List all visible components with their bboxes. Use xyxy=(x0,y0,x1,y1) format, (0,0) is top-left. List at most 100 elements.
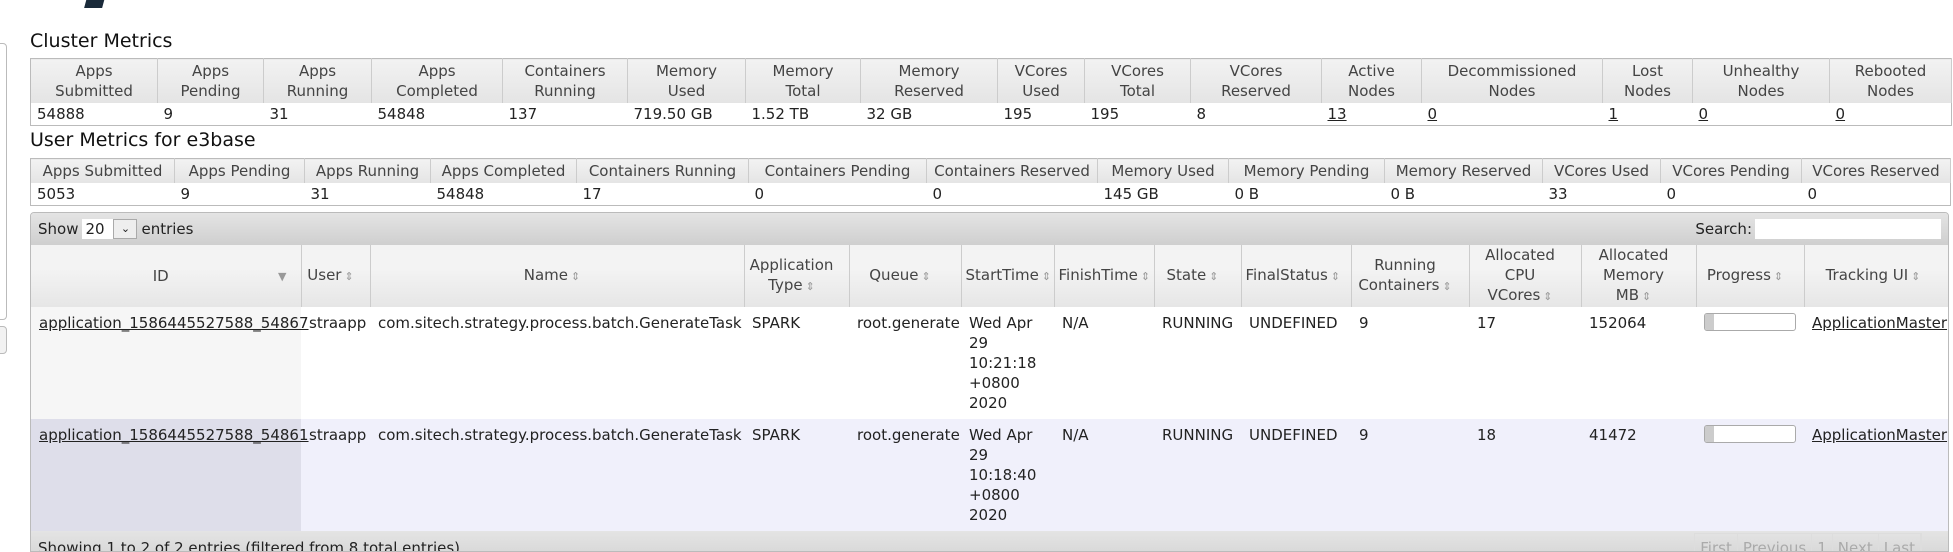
header-line: Containers xyxy=(524,62,606,80)
sort-desc-icon: ▼ xyxy=(278,270,287,283)
column-header[interactable]: Running Containers ⇕ xyxy=(1351,245,1470,307)
sort-icon: ⇕ xyxy=(1041,270,1052,283)
header-line: Reserved xyxy=(894,82,964,100)
column-header[interactable]: Progress ⇕ xyxy=(1696,245,1805,307)
nodes-link[interactable]: 0 xyxy=(1699,105,1709,123)
nodes-link[interactable]: 0 xyxy=(1836,105,1846,123)
pager-next[interactable]: Next xyxy=(1833,534,1879,551)
column-header[interactable]: Tracking UI ⇕ xyxy=(1804,245,1948,307)
nodes-link[interactable]: 1 xyxy=(1609,105,1619,123)
header-line: Decommissioned xyxy=(1447,62,1577,80)
user-header: VCores Reserved xyxy=(1801,158,1951,183)
sort-icon: ⇕ xyxy=(921,270,931,283)
start-time-line: 2020 xyxy=(969,506,1008,524)
cell-id: application_1586445527588_54861 xyxy=(31,419,309,531)
sort-icon: ⇕ xyxy=(1442,280,1452,293)
cluster-header: Decommissioned Nodes xyxy=(1421,58,1603,103)
column-header[interactable]: StartTime ⇕ xyxy=(961,245,1055,307)
column-header[interactable]: ID ▼ xyxy=(31,245,302,307)
cluster-header: Rebooted Nodes xyxy=(1829,58,1952,103)
cluster-value: 195 xyxy=(1003,105,1033,123)
cell-user: straapp xyxy=(301,307,370,419)
cluster-header: Apps Running xyxy=(263,58,372,103)
header-label: Containers xyxy=(1358,276,1440,294)
column-header[interactable]: Allocated CPU VCores ⇕ xyxy=(1469,245,1582,307)
table-info: Showing 1 to 2 of 2 entries (filtered fr… xyxy=(38,539,461,552)
header-line: Memory xyxy=(772,62,834,80)
cluster-header: VCores Reserved xyxy=(1190,58,1322,103)
nodes-link[interactable]: 0 xyxy=(1428,105,1438,123)
header-line: Pending xyxy=(180,82,241,100)
cluster-value: 137 xyxy=(508,105,538,123)
entries-value: 20 xyxy=(82,219,114,239)
column-header[interactable]: Name ⇕ xyxy=(370,245,745,307)
cell-memory: 41472 xyxy=(1581,419,1696,531)
nodes-link[interactable]: 13 xyxy=(1328,105,1347,123)
cell-finish: N/A xyxy=(1054,307,1154,419)
application-link[interactable]: application_1586445527588_54867 xyxy=(39,314,309,332)
column-header[interactable]: Queue ⇕ xyxy=(849,245,962,307)
column-header[interactable]: State ⇕ xyxy=(1154,245,1242,307)
cluster-value: 13 xyxy=(1322,103,1422,126)
table-footer: Showing 1 to 2 of 2 entries (filtered fr… xyxy=(31,531,1948,552)
user-value: 0 xyxy=(1807,185,1818,203)
column-header[interactable]: Application Type ⇕ xyxy=(744,245,850,307)
cell-finish: N/A xyxy=(1054,419,1154,531)
column-header[interactable]: Allocated Memory MB ⇕ xyxy=(1581,245,1697,307)
header-line: Total xyxy=(1119,82,1156,100)
column-header[interactable]: FinalStatus ⇕ xyxy=(1241,245,1352,307)
sort-icon: ⇕ xyxy=(571,270,581,283)
header-line: Memory xyxy=(655,62,717,80)
cell-type: SPARK xyxy=(744,307,849,419)
applications-table-wrapper: Show 20 ⌄ entries Search: ID ▼ User ⇕ Name ⇕ Ap… xyxy=(30,212,1949,552)
cluster-value: 719.50 GB xyxy=(633,105,713,123)
search: Search: xyxy=(1695,219,1941,239)
search-input[interactable] xyxy=(1755,219,1941,239)
user-value: 0 B xyxy=(1234,185,1260,203)
start-time-line: Wed Apr xyxy=(969,314,1033,332)
pager-1[interactable]: 1 xyxy=(1812,534,1833,551)
cluster-value: 195 xyxy=(1090,105,1120,123)
tracking-link[interactable]: ApplicationMaster xyxy=(1812,314,1947,332)
header-line: Apps xyxy=(75,62,113,80)
column-header[interactable]: User ⇕ xyxy=(301,245,371,307)
sidebar-button[interactable] xyxy=(0,326,7,354)
applications-table: ID ▼ User ⇕ Name ⇕ Application Type ⇕ Queue ⇕ Start… xyxy=(31,245,1948,531)
pager-last[interactable]: Last xyxy=(1879,534,1921,551)
entries-label: entries xyxy=(141,220,194,238)
start-time-line: 10:21:18 xyxy=(969,354,1037,372)
application-link[interactable]: application_1586445527588_54861 xyxy=(39,426,309,444)
header-label: StartTime xyxy=(965,266,1039,284)
cell-state: RUNNING xyxy=(1154,307,1241,419)
cluster-header: Memory Used xyxy=(627,58,746,103)
sort-icon: ⇕ xyxy=(1330,270,1341,283)
pager-first[interactable]: First xyxy=(1695,534,1738,551)
user-value: 9 xyxy=(180,185,191,203)
user-value: 0 xyxy=(1666,185,1677,203)
header-line: Reserved xyxy=(1221,82,1291,100)
header-label: ID xyxy=(152,267,169,285)
user-header: Memory Used xyxy=(1097,158,1229,183)
column-header[interactable]: FinishTime ⇕ xyxy=(1054,245,1155,307)
header-line: Lost xyxy=(1632,62,1663,80)
sidebar-panel xyxy=(0,43,7,320)
cluster-header: Apps Completed xyxy=(371,58,503,103)
header-line: Nodes xyxy=(1348,82,1395,100)
start-time-line: 29 xyxy=(969,446,989,464)
sort-icon: ⇕ xyxy=(1543,290,1553,303)
entries-select[interactable]: 20 ⌄ xyxy=(82,219,138,239)
cluster-header: Lost Nodes xyxy=(1602,58,1693,103)
cell-id: application_1586445527588_54867 xyxy=(31,307,309,419)
sort-icon: ⇕ xyxy=(1140,270,1151,283)
header-line: Submitted xyxy=(55,82,133,100)
tracking-link[interactable]: ApplicationMaster xyxy=(1812,426,1947,444)
cell-type: SPARK xyxy=(744,419,849,531)
header-label: Name xyxy=(523,266,569,284)
start-time-line: 2020 xyxy=(969,394,1008,412)
user-header: Memory Pending xyxy=(1228,158,1385,183)
header-line: Apps xyxy=(298,62,337,80)
cluster-header: Apps Submitted xyxy=(30,58,158,103)
header-label: Running xyxy=(1374,256,1436,274)
pager-previous[interactable]: Previous xyxy=(1738,534,1813,551)
table-row: application_1586445527588_54861 straapp co… xyxy=(31,419,1948,531)
